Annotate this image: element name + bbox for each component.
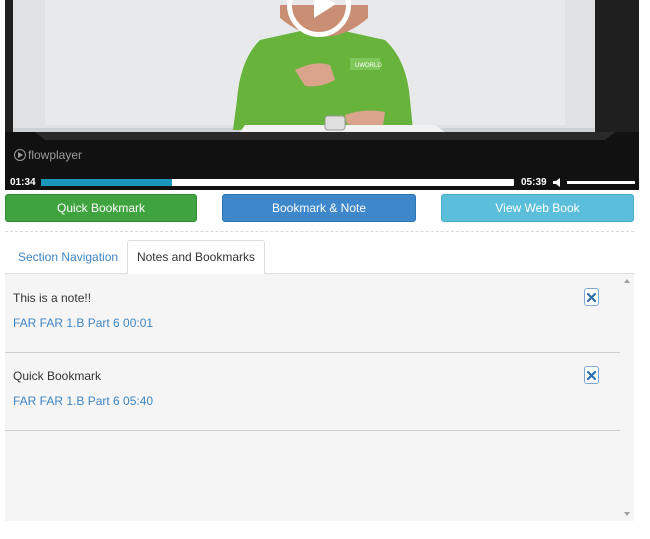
scroll-up-icon[interactable] bbox=[624, 279, 630, 283]
notes-panel: This is a note!! FAR FAR 1.B Part 6 00:0… bbox=[5, 274, 620, 521]
note-item: This is a note!! FAR FAR 1.B Part 6 00:0… bbox=[5, 274, 620, 353]
delete-note-button[interactable] bbox=[584, 366, 599, 384]
volume-icon[interactable] bbox=[553, 178, 561, 187]
volume-fill bbox=[567, 181, 635, 184]
flowplayer-logo-text: flowplayer bbox=[28, 148, 83, 162]
note-item: Quick Bookmark FAR FAR 1.B Part 6 05:40 bbox=[5, 352, 620, 431]
video-player[interactable]: UWORLD flowplayer 01:34 05:39 bbox=[5, 0, 639, 190]
progress-fill bbox=[41, 179, 173, 186]
volume-slider[interactable] bbox=[567, 181, 635, 184]
close-icon bbox=[587, 370, 596, 380]
bookmark-note-button[interactable]: Bookmark & Note bbox=[222, 194, 416, 222]
note-title: This is a note!! bbox=[13, 291, 92, 305]
note-title: Quick Bookmark bbox=[13, 369, 102, 383]
tab-notes-and-bookmarks[interactable]: Notes and Bookmarks bbox=[127, 240, 265, 274]
duration-time: 05:39 bbox=[521, 177, 547, 188]
notes-scrollbar[interactable] bbox=[620, 274, 634, 521]
divider bbox=[5, 231, 634, 232]
tab-section-navigation[interactable]: Section Navigation bbox=[5, 240, 131, 274]
scroll-down-icon[interactable] bbox=[624, 512, 630, 516]
flowplayer-logo: flowplayer bbox=[14, 148, 82, 162]
view-web-book-button[interactable]: View Web Book bbox=[441, 194, 634, 222]
flowplayer-icon bbox=[14, 149, 26, 161]
delete-note-button[interactable] bbox=[584, 288, 599, 306]
shirt-logo: UWORLD bbox=[355, 63, 382, 69]
player-controls: 01:34 05:39 bbox=[5, 175, 639, 190]
note-link[interactable]: FAR FAR 1.B Part 6 05:40 bbox=[13, 394, 153, 408]
elapsed-time: 01:34 bbox=[10, 177, 36, 188]
progress-bar[interactable] bbox=[41, 179, 514, 186]
close-icon bbox=[587, 292, 596, 302]
note-link[interactable]: FAR FAR 1.B Part 6 00:01 bbox=[13, 316, 153, 330]
quick-bookmark-button[interactable]: Quick Bookmark bbox=[5, 194, 197, 222]
